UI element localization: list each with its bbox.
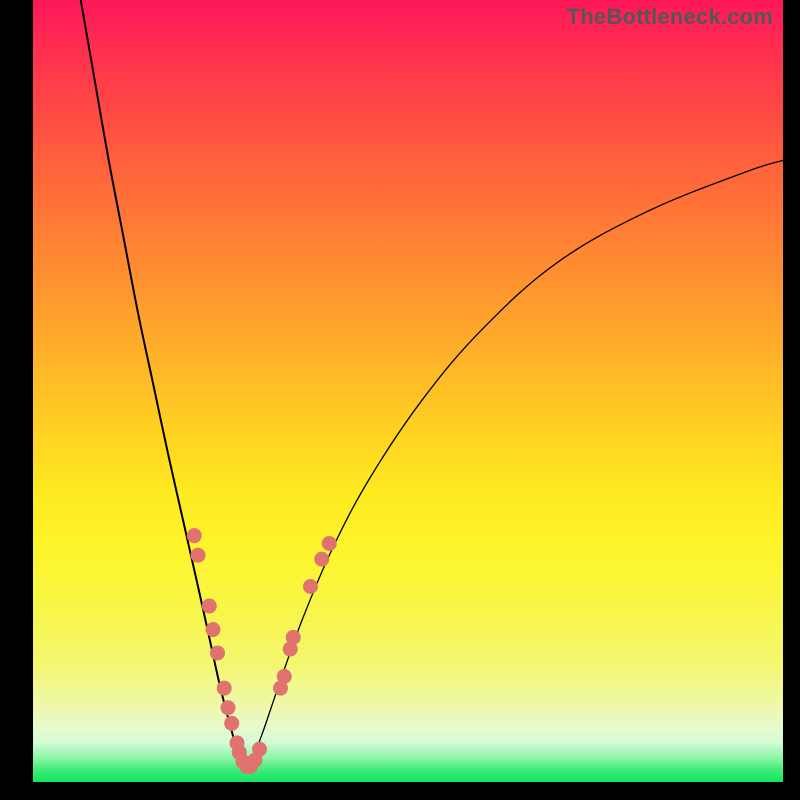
- scatter-dot: [252, 742, 267, 757]
- scatter-dot: [277, 669, 292, 684]
- curves-group: [78, 0, 783, 770]
- scatter-dot: [202, 599, 217, 614]
- scatter-dot: [187, 528, 202, 543]
- scatter-dot: [314, 552, 329, 567]
- scatter-dot: [286, 630, 301, 645]
- scatter-dot: [224, 716, 239, 731]
- chart-area: TheBottleneck.com: [33, 0, 783, 782]
- scatter-dot: [206, 622, 221, 637]
- scatter-dot: [217, 681, 232, 696]
- scatter-dot: [210, 645, 225, 660]
- dots-group: [187, 528, 337, 774]
- scatter-dot: [303, 579, 318, 594]
- chart-svg: [33, 0, 783, 782]
- scatter-dot: [191, 548, 206, 563]
- scatter-dot: [221, 700, 236, 715]
- curve-right-curve: [245, 160, 784, 770]
- scatter-dot: [322, 536, 337, 551]
